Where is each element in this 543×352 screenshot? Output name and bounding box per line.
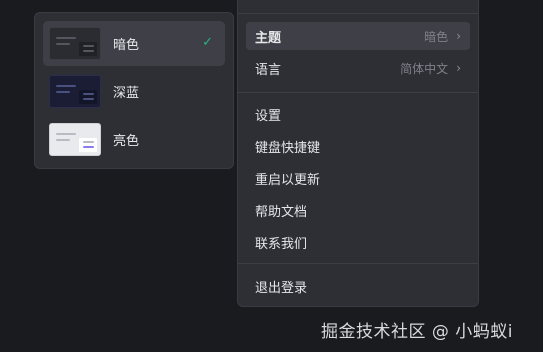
menu-item-label: 重启以更新 [255, 172, 321, 188]
light-theme-thumbnail [49, 123, 101, 156]
menu-item-logout[interactable]: 退出登录 [246, 272, 470, 300]
theme-submenu: 暗色 ✓ 深蓝 亮色 [34, 12, 234, 169]
menu-divider [238, 92, 478, 93]
menu-item-keyboard-shortcuts[interactable]: 键盘快捷键 [246, 132, 470, 160]
menu-item-label: 设置 [255, 108, 282, 124]
theme-option-label: 亮色 [113, 134, 140, 149]
current-language-value: 简体中文 [400, 61, 449, 76]
chevron-right-icon: › [456, 29, 461, 43]
theme-option-deep-blue[interactable]: 深蓝 [43, 69, 225, 114]
menu-item-help-docs[interactable]: 帮助文档 [246, 196, 470, 224]
chevron-right-icon: › [456, 61, 461, 75]
current-theme-value: 暗色 [424, 29, 449, 44]
menu-item-theme[interactable]: 主题 暗色 › [246, 22, 470, 50]
menu-item-language[interactable]: 语言 简体中文 › [246, 54, 470, 82]
menu-divider [238, 13, 478, 14]
watermark: 掘金技术社区 @ 小蚂蚁i [321, 322, 514, 342]
app-stage: 暗色 ✓ 深蓝 亮色 主题 暗色 › 语言 简体中文 › 设置 键盘快捷键 重启… [0, 0, 543, 352]
theme-option-label: 暗色 [113, 38, 140, 53]
dark-theme-thumbnail [49, 27, 101, 60]
menu-item-label: 退出登录 [255, 280, 308, 296]
theme-option-label: 深蓝 [113, 86, 140, 101]
deep-blue-theme-thumbnail [49, 75, 101, 108]
checkmark-icon: ✓ [202, 35, 213, 50]
menu-item-contact-us[interactable]: 联系我们 [246, 228, 470, 256]
menu-item-label: 主题 [255, 30, 282, 46]
menu-item-settings[interactable]: 设置 [246, 100, 470, 128]
menu-item-label: 帮助文档 [255, 204, 308, 220]
theme-option-light[interactable]: 亮色 [43, 117, 225, 162]
theme-option-dark[interactable]: 暗色 ✓ [43, 21, 225, 66]
user-menu: 主题 暗色 › 语言 简体中文 › 设置 键盘快捷键 重启以更新 帮助文档 联系… [237, 0, 479, 307]
menu-item-label: 语言 [255, 62, 282, 78]
menu-item-label: 键盘快捷键 [255, 140, 321, 156]
menu-item-restart-update[interactable]: 重启以更新 [246, 164, 470, 192]
menu-divider [238, 263, 478, 264]
menu-item-label: 联系我们 [255, 236, 308, 252]
